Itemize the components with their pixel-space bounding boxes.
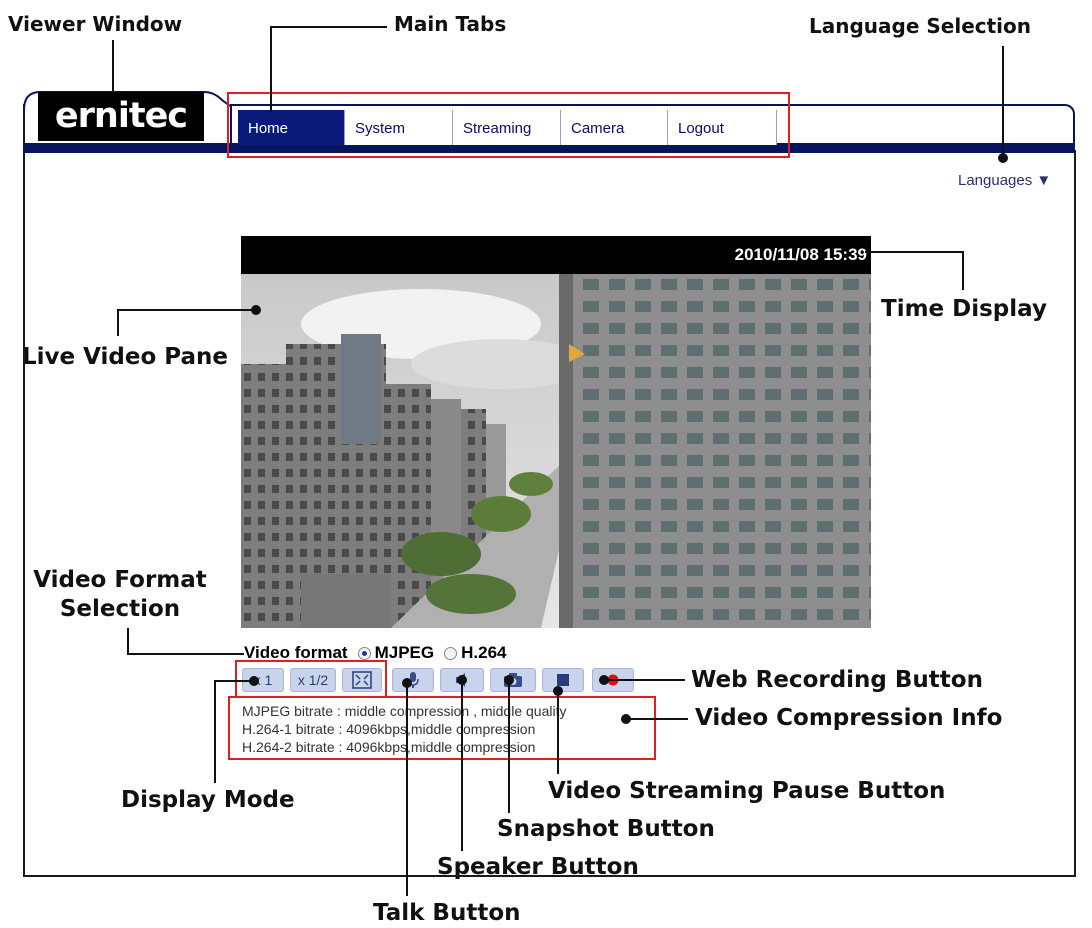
fullscreen-button[interactable] [342, 668, 382, 692]
zoom-half-button[interactable]: x 1/2 [290, 668, 336, 692]
callout-talk-button: Talk Button [373, 900, 521, 926]
window-left-edge [23, 104, 25, 876]
ernitec-logo: ernitec [38, 92, 204, 141]
tab-system[interactable]: System [345, 110, 453, 145]
callout-video-streaming-pause-button: Video Streaming Pause Button [548, 778, 946, 804]
languages-dropdown[interactable]: Languages ▼ [958, 172, 1051, 189]
zoom-x1-button[interactable]: x 1 [242, 668, 284, 692]
tab-home[interactable]: Home [238, 110, 345, 145]
time-display: 2010/11/08 15:39 [241, 236, 871, 274]
video-frame-image [241, 274, 871, 628]
h264-label[interactable]: H.264 [461, 643, 506, 663]
camera-icon [504, 673, 522, 687]
callout-web-recording-button: Web Recording Button [691, 667, 983, 693]
callout-snapshot-button: Snapshot Button [497, 816, 715, 842]
fit-icon [352, 671, 372, 689]
h264-2-bitrate-line: H.264-2 bitrate : 4096kbps,middle compre… [242, 739, 536, 755]
tab-streaming[interactable]: Streaming [453, 110, 561, 145]
speaker-button[interactable] [440, 668, 484, 692]
talk-button[interactable] [392, 668, 434, 692]
mjpeg-bitrate-line: MJPEG bitrate : middle compression , mid… [242, 703, 567, 719]
window-bottom-edge [23, 875, 1076, 877]
h264-1-bitrate-line: H.264-1 bitrate : 4096kbps,middle compre… [242, 721, 536, 737]
web-recording-button[interactable] [592, 668, 634, 692]
video-format-label: Video format [244, 643, 348, 662]
video-format-row: Video format MJPEG H.264 [244, 643, 507, 663]
mjpeg-label[interactable]: MJPEG [375, 643, 435, 663]
video-compression-info: MJPEG bitrate : middle compression , mid… [242, 702, 566, 756]
tab-logout[interactable]: Logout [668, 110, 777, 145]
window-right-edge [1074, 150, 1076, 876]
callout-time-display: Time Display [881, 296, 1047, 322]
live-video-pane [241, 274, 871, 628]
pause-stream-button[interactable] [542, 668, 584, 692]
snapshot-button[interactable] [490, 668, 536, 692]
tab-camera[interactable]: Camera [561, 110, 668, 145]
callout-display-mode: Display Mode [121, 787, 295, 813]
mjpeg-radio[interactable] [357, 646, 371, 660]
callout-video-format-selection: Video Format Selection [33, 567, 207, 622]
speaker-icon [456, 673, 465, 687]
microphone-icon [407, 672, 419, 688]
callout-live-video-pane: Live Video Pane [22, 344, 229, 370]
h264-radio[interactable] [444, 646, 458, 660]
stop-icon [557, 674, 569, 686]
callout-video-compression-info: Video Compression Info [695, 705, 1003, 731]
record-icon [607, 674, 619, 686]
